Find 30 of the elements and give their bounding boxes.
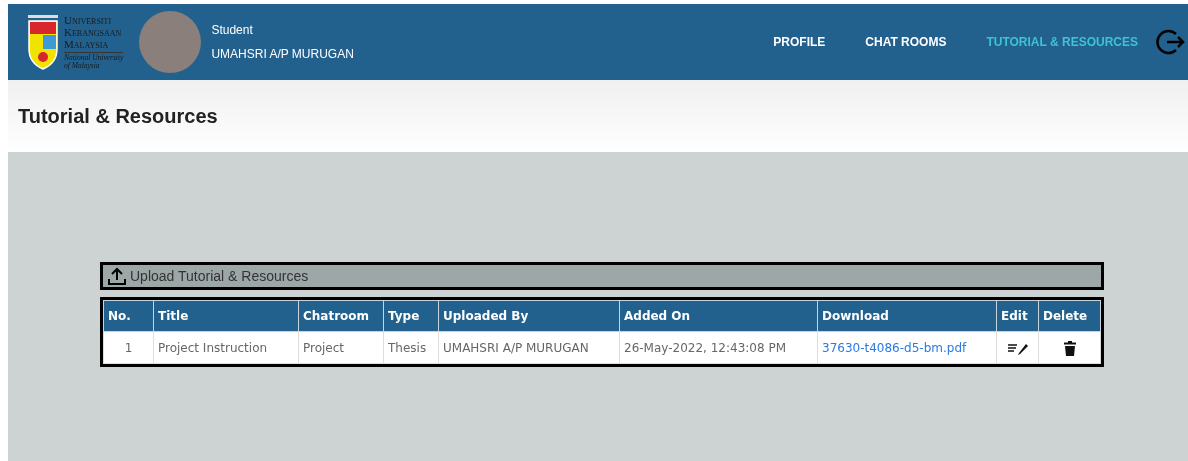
table-cell: UMAHSRI A/P MURUGAN <box>438 331 620 364</box>
table-cell: 26-May-2022, 12:43:08 PM <box>619 331 818 364</box>
column-header: Uploaded By <box>438 300 620 332</box>
upload-icon <box>107 266 127 286</box>
logo-text: Universiti <box>64 14 113 26</box>
edit-icon[interactable] <box>1006 341 1029 355</box>
logo-text: Malaysia <box>64 38 110 50</box>
user-name: UMAHSRI A/P MURUGAN <box>211 46 354 63</box>
column-header: Download <box>817 300 997 332</box>
upload-label: Upload Tutorial & Resources <box>130 266 309 286</box>
column-header: Chatroom <box>298 300 384 332</box>
table-cell: Thesis <box>383 331 439 364</box>
column-header: Type <box>383 300 439 332</box>
trash-icon[interactable] <box>1063 340 1076 356</box>
nav-tab[interactable]: TUTORIAL & RESOURCES <box>986 33 1138 51</box>
logout-icon[interactable] <box>1156 27 1186 57</box>
table-cell: 1 <box>103 331 154 364</box>
table-cell: Project Instruction <box>153 331 299 364</box>
column-header: Delete <box>1038 300 1101 332</box>
upload-bar[interactable]: Upload Tutorial & Resources <box>100 262 1104 290</box>
column-header: Edit <box>996 300 1039 332</box>
nav-tab[interactable]: CHAT ROOMS <box>865 33 947 51</box>
column-header: No. <box>103 300 154 332</box>
user-role: Student <box>211 22 254 39</box>
logo-text: Kebangsaan <box>64 26 123 38</box>
nav-tab[interactable]: PROFILE <box>773 33 826 51</box>
table-cell: Project <box>298 331 384 364</box>
column-header: Added On <box>619 300 818 332</box>
page-title: Tutorial & Resources <box>18 104 218 129</box>
column-header: Title <box>153 300 299 332</box>
